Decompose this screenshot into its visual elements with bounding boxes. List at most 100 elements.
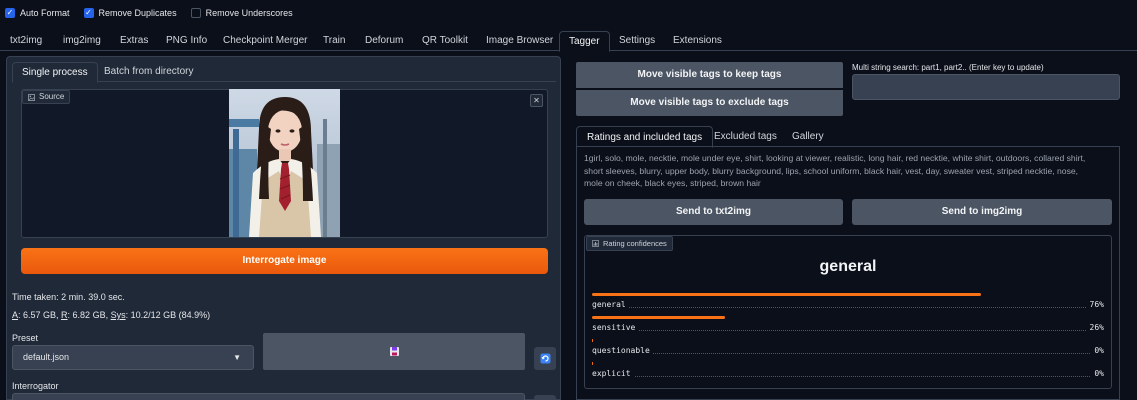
main-tab-bar: txt2img img2img Extras PNG Info Checkpoi… [0,31,1137,52]
checkbox-label: Remove Duplicates [98,8,177,18]
confidence-row: general 76% [592,293,1104,313]
remove-duplicates-checkbox[interactable]: Remove Duplicates [83,8,177,18]
source-image-preview [229,89,340,237]
tag-item[interactable]: lips [786,166,799,176]
tab-tagger[interactable]: Tagger [559,31,610,52]
move-to-exclude-tags-button[interactable]: Move visible tags to exclude tags [576,90,843,116]
tag-item[interactable]: striped necktie [997,166,1052,176]
close-icon: ✕ [533,96,540,105]
caret-down-icon: ▼ [233,353,241,362]
checkbox-icon[interactable] [5,8,15,18]
tag-item[interactable]: white shirt [952,153,991,163]
confidence-row: explicit 0% [592,362,1104,382]
top-rating-title: general [819,258,877,275]
image-icon [28,93,35,101]
mem-sys-value: : 10.2/12 GB (84.9%) [125,310,211,320]
checkbox-label: Auto Format [20,8,70,18]
tag-item[interactable]: school uniform [803,166,859,176]
tab-deforum[interactable]: Deforum [365,31,403,51]
confidence-leader-dots [592,353,1104,354]
rating-label-text: Rating confidences [603,239,667,248]
tag-item[interactable]: necktie [649,153,676,163]
auto-format-checkbox[interactable]: Auto Format [5,8,70,18]
interrogator-dropdown[interactable] [12,393,525,400]
top-options-bar: Auto Format Remove Duplicates Remove Und… [0,0,1137,26]
mem-r-value: : 6.82 GB, [67,310,111,320]
tag-list: 1girl, solo, mole, necktie, mole under e… [584,153,1086,188]
confidence-label: sensitive [592,323,639,332]
time-taken-text: Time taken: 2 min. 39.0 sec. [12,292,125,302]
tab-qr-toolkit[interactable]: QR Toolkit [422,31,468,51]
tag-item[interactable]: day [926,166,939,176]
send-to-img2img-button[interactable]: Send to img2img [852,199,1112,225]
tag-item[interactable]: blurry [639,166,660,176]
tab-gallery[interactable]: Gallery [792,126,824,147]
multi-string-search-input[interactable] [852,74,1120,100]
refresh-interrogators-button[interactable] [534,395,556,400]
confidence-percent: 76% [1086,300,1104,309]
mem-sys-key: Sys [110,310,126,320]
tab-train[interactable]: Train [323,31,345,51]
clear-image-button[interactable]: ✕ [530,94,543,107]
tag-item[interactable]: 1girl [584,153,600,163]
tag-item[interactable]: shirt [745,153,761,163]
confidence-bar [592,339,593,342]
tab-ratings-included-tags[interactable]: Ratings and included tags [576,126,714,148]
tag-item[interactable]: mole on cheek [584,178,640,188]
tag-item[interactable]: upper body [665,166,707,176]
tag-item[interactable]: vest [905,166,921,176]
tab-settings[interactable]: Settings [619,31,655,51]
tag-item[interactable]: sweater vest [944,166,992,176]
tag-item[interactable]: long hair [868,153,901,163]
tab-png-info[interactable]: PNG Info [166,31,207,51]
confidence-percent: 0% [1091,346,1104,355]
refresh-icon [540,353,550,364]
confidence-row: questionable 0% [592,339,1104,359]
move-to-keep-tags-button[interactable]: Move visible tags to keep tags [576,62,843,88]
source-label: Source [22,90,71,104]
preset-dropdown[interactable]: default.json ▼ [12,345,254,370]
tag-item[interactable]: brown hair [721,178,761,188]
remove-underscores-checkbox[interactable]: Remove Underscores [190,8,293,18]
save-preset-button[interactable] [263,333,525,370]
checkbox-icon[interactable] [190,8,201,18]
tag-item[interactable]: realistic [834,153,863,163]
tab-extensions[interactable]: Extensions [673,31,722,51]
portrait-photo-image [229,89,340,237]
tab-image-browser[interactable]: Image Browser [486,31,553,51]
preset-label: Preset [12,333,39,343]
tag-item[interactable]: striped [690,178,716,188]
rating-confidences-label: Rating confidences [586,236,673,251]
tag-item[interactable]: nose [1057,166,1076,176]
tab-txt2img[interactable]: txt2img [10,31,42,51]
tag-item[interactable]: mole under eye [681,153,740,163]
checkbox-icon[interactable] [83,8,94,18]
tab-single-process[interactable]: Single process [12,62,98,83]
tag-item[interactable]: black hair [864,166,900,176]
tag-item[interactable]: blurry background [712,166,781,176]
tab-img2img[interactable]: img2img [63,31,101,51]
confidence-bar [592,362,593,365]
tag-item[interactable]: mole [626,153,645,163]
checkbox-label: Remove Underscores [205,8,293,18]
send-to-txt2img-button[interactable]: Send to txt2img [584,199,843,225]
confidence-row: sensitive 26% [592,316,1104,336]
tab-extras[interactable]: Extras [120,31,148,51]
tab-checkpoint-merger[interactable]: Checkpoint Merger [223,31,307,51]
tag-item[interactable]: red necktie [906,153,948,163]
confidence-leader-dots [592,376,1104,377]
mem-a-value: : 6.57 GB, [18,310,62,320]
tag-item[interactable]: solo [605,153,621,163]
tag-item[interactable]: short sleeves [584,166,635,176]
tag-item[interactable]: outdoors [996,153,1029,163]
tag-item[interactable]: black eyes [645,178,686,188]
interrogate-image-button[interactable]: Interrogate image [21,248,548,274]
tag-item[interactable]: collared shirt [1034,153,1083,163]
preset-value: default.json [23,352,70,362]
refresh-presets-button[interactable] [534,347,556,370]
tag-item[interactable]: looking at viewer [766,153,830,163]
tab-batch-from-directory[interactable]: Batch from directory [104,62,193,82]
tab-excluded-tags[interactable]: Excluded tags [714,126,777,147]
confidence-bar [592,316,726,319]
confidence-percent: 26% [1086,323,1104,332]
